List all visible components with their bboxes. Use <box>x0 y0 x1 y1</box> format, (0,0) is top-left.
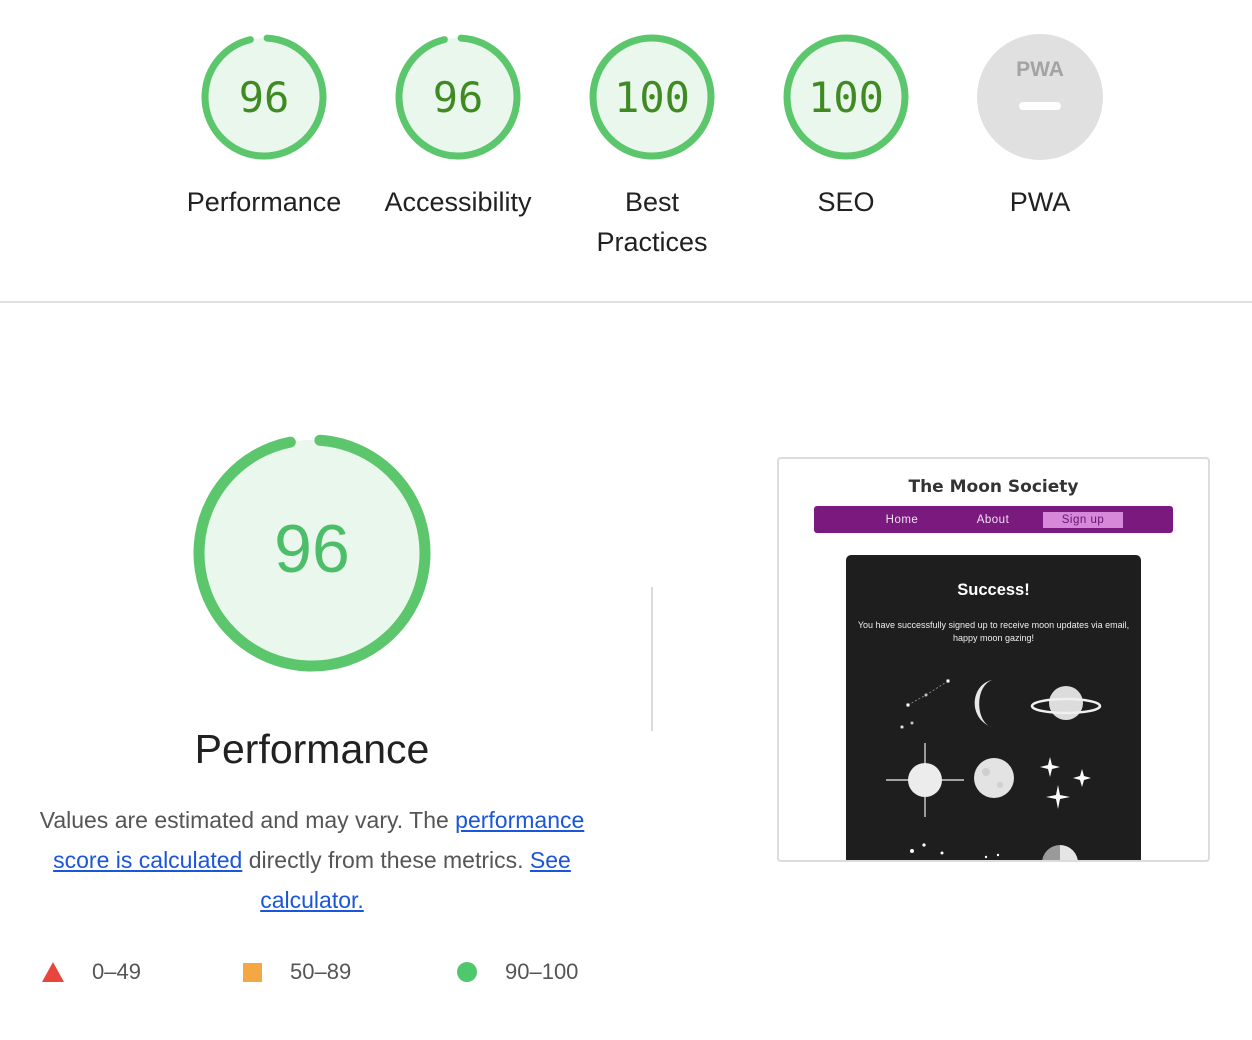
success-card: Success! You have successfully signed up… <box>846 555 1141 860</box>
performance-description: Values are estimated and may vary. The p… <box>20 800 604 920</box>
pwa-badge-icon: PWA <box>977 34 1103 160</box>
site-title: The Moon Society <box>908 477 1079 497</box>
gauge-best-practices[interactable]: 100 Best Practices <box>552 32 752 262</box>
site-nav: Home About Sign up <box>814 506 1173 533</box>
description-text-1: Values are estimated and may vary. The <box>39 807 456 833</box>
gauge-label-pwa: PWA <box>1009 187 1071 217</box>
legend-item-pass: 90–100 <box>457 955 578 989</box>
gauge-score-best-practices: 100 <box>614 73 690 122</box>
gauge-score-seo: 100 <box>808 73 884 122</box>
nav-about: About <box>976 514 1010 526</box>
card-title: Success! <box>957 581 1030 599</box>
square-icon <box>243 962 262 982</box>
gauge-ring-accessibility: 96 <box>395 34 521 160</box>
final-screenshot[interactable]: The Moon Society Home About Sign up Succ… <box>777 457 1210 862</box>
gauge-ring-performance: 96 <box>201 34 327 160</box>
nav-home: Home <box>885 514 919 526</box>
gauge-ring-seo: 100 <box>783 34 909 160</box>
card-message: You have successfully signed up to recei… <box>857 620 1130 643</box>
triangle-icon <box>42 962 64 982</box>
circle-icon <box>457 962 477 982</box>
section-divider <box>0 301 1252 303</box>
gauge-label-accessibility: Accessibility <box>384 187 532 217</box>
legend-range-average: 50–89 <box>290 959 352 984</box>
vertical-divider <box>651 587 653 731</box>
gauge-ring-best-practices: 100 <box>589 34 715 160</box>
performance-title: Performance <box>194 726 430 772</box>
pwa-badge-text: PWA <box>1016 58 1064 81</box>
gauge-pwa[interactable]: PWA PWA <box>940 32 1140 222</box>
gauge-accessibility[interactable]: 96 Accessibility <box>358 32 558 222</box>
legend-item-average: 50–89 <box>243 955 351 989</box>
gauge-score-accessibility: 96 <box>433 73 484 122</box>
nav-sign-up: Sign up <box>1043 512 1123 528</box>
score-legend: 0–49 50–89 90–100 <box>0 955 640 989</box>
gauge-label-seo: SEO <box>817 187 875 217</box>
gauge-performance[interactable]: 96 Performance <box>164 32 364 222</box>
legend-range-pass: 90–100 <box>505 959 579 984</box>
performance-gauge-large: 96 <box>193 434 431 672</box>
gauge-seo[interactable]: 100 SEO <box>746 32 946 222</box>
legend-range-fail: 0–49 <box>92 959 141 984</box>
performance-score-large: 96 <box>274 511 350 587</box>
moon-illustration <box>886 678 1102 860</box>
gauge-score-performance: 96 <box>239 73 290 122</box>
gauge-label-best-practices: Best Practices <box>596 187 708 257</box>
gauge-label-performance: Performance <box>186 187 342 217</box>
description-text-2: directly from these metrics. <box>242 847 530 873</box>
legend-item-fail: 0–49 <box>42 955 141 989</box>
